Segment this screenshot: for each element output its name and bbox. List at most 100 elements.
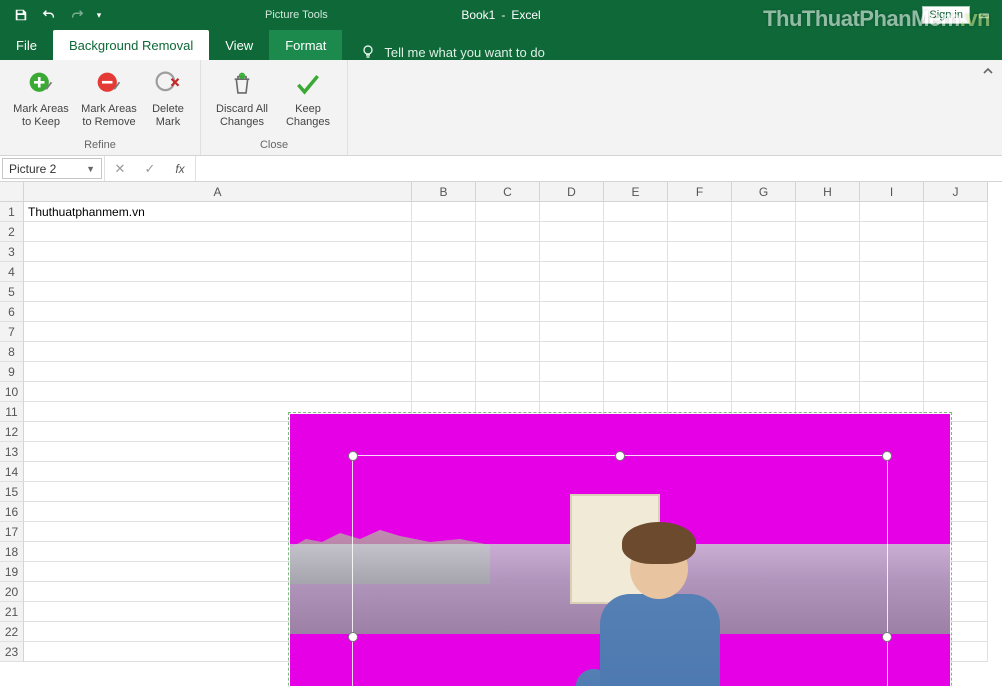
resize-handle-w[interactable] xyxy=(348,632,358,642)
cell[interactable] xyxy=(476,262,540,282)
row-header[interactable]: 11 xyxy=(0,402,24,422)
tell-me-search[interactable]: Tell me what you want to do xyxy=(342,44,544,60)
name-box[interactable]: Picture 2 ▼ xyxy=(2,158,102,179)
row-header[interactable]: 20 xyxy=(0,582,24,602)
select-all-corner[interactable] xyxy=(0,182,24,202)
cell[interactable] xyxy=(604,382,668,402)
row-header[interactable]: 10 xyxy=(0,382,24,402)
cell[interactable] xyxy=(540,302,604,322)
cell[interactable] xyxy=(476,282,540,302)
row-header[interactable]: 15 xyxy=(0,482,24,502)
row-header[interactable]: 13 xyxy=(0,442,24,462)
row-header[interactable]: 16 xyxy=(0,502,24,522)
cell[interactable] xyxy=(668,362,732,382)
cell[interactable] xyxy=(668,222,732,242)
cell[interactable] xyxy=(24,362,412,382)
resize-handle-e[interactable] xyxy=(882,632,892,642)
cell[interactable] xyxy=(860,202,924,222)
column-header[interactable]: G xyxy=(732,182,796,202)
cell[interactable] xyxy=(24,322,412,342)
cell[interactable] xyxy=(668,242,732,262)
column-header[interactable]: D xyxy=(540,182,604,202)
column-header[interactable]: B xyxy=(412,182,476,202)
cell[interactable] xyxy=(796,342,860,362)
cell[interactable] xyxy=(604,262,668,282)
cell[interactable] xyxy=(24,382,412,402)
cell[interactable] xyxy=(796,382,860,402)
cell[interactable] xyxy=(796,222,860,242)
cell[interactable] xyxy=(540,242,604,262)
cell[interactable] xyxy=(924,322,988,342)
enter-formula-button[interactable]: ✓ xyxy=(135,161,165,177)
cell[interactable] xyxy=(796,242,860,262)
cell[interactable] xyxy=(924,222,988,242)
cell[interactable] xyxy=(412,282,476,302)
cell[interactable] xyxy=(924,242,988,262)
resize-handle-ne[interactable] xyxy=(882,451,892,461)
cell[interactable] xyxy=(860,302,924,322)
cell[interactable] xyxy=(796,202,860,222)
cell[interactable] xyxy=(796,362,860,382)
cell[interactable] xyxy=(668,262,732,282)
cell[interactable] xyxy=(476,322,540,342)
row-header[interactable]: 21 xyxy=(0,602,24,622)
cell[interactable] xyxy=(540,282,604,302)
formula-bar[interactable] xyxy=(195,156,1002,181)
column-header[interactable]: I xyxy=(860,182,924,202)
cell[interactable] xyxy=(604,282,668,302)
cell[interactable] xyxy=(668,202,732,222)
sign-in-button[interactable]: Sign in xyxy=(922,6,970,24)
cell[interactable] xyxy=(412,322,476,342)
cell[interactable] xyxy=(24,282,412,302)
cell[interactable] xyxy=(540,222,604,242)
cell[interactable] xyxy=(668,342,732,362)
cell[interactable] xyxy=(476,382,540,402)
row-header[interactable]: 8 xyxy=(0,342,24,362)
column-header[interactable]: J xyxy=(924,182,988,202)
cell[interactable] xyxy=(540,202,604,222)
save-button[interactable] xyxy=(8,2,34,28)
column-header[interactable]: E xyxy=(604,182,668,202)
row-header[interactable]: 14 xyxy=(0,462,24,482)
ribbon-display-options-icon[interactable]: ▭ xyxy=(976,8,992,22)
cell[interactable] xyxy=(732,262,796,282)
tab-file[interactable]: File xyxy=(0,30,53,60)
cell[interactable] xyxy=(860,342,924,362)
cell[interactable] xyxy=(924,342,988,362)
keep-changes-button[interactable]: Keep Changes xyxy=(277,64,339,136)
cell[interactable] xyxy=(796,282,860,302)
cell[interactable] xyxy=(412,242,476,262)
cell[interactable] xyxy=(24,262,412,282)
row-header[interactable]: 19 xyxy=(0,562,24,582)
tab-background-removal[interactable]: Background Removal xyxy=(53,30,209,60)
row-header[interactable]: 3 xyxy=(0,242,24,262)
worksheet-grid[interactable]: ABCDEFGHIJ 12345678910111213141516171819… xyxy=(0,182,1002,686)
collapse-ribbon-button[interactable] xyxy=(982,60,1002,155)
cell[interactable] xyxy=(604,302,668,322)
row-header[interactable]: 22 xyxy=(0,622,24,642)
row-header[interactable]: 23 xyxy=(0,642,24,662)
cell[interactable] xyxy=(604,362,668,382)
cell[interactable]: Thuthuatphanmem.vn xyxy=(24,202,412,222)
row-header[interactable]: 6 xyxy=(0,302,24,322)
cell[interactable] xyxy=(412,302,476,322)
column-header[interactable]: A xyxy=(24,182,412,202)
resize-handle-nw[interactable] xyxy=(348,451,358,461)
cell[interactable] xyxy=(604,322,668,342)
cell[interactable] xyxy=(796,302,860,322)
cell[interactable] xyxy=(412,202,476,222)
cell[interactable] xyxy=(24,302,412,322)
row-header[interactable]: 1 xyxy=(0,202,24,222)
row-header[interactable]: 17 xyxy=(0,522,24,542)
cell[interactable] xyxy=(24,342,412,362)
picture-object[interactable] xyxy=(290,414,950,686)
cell[interactable] xyxy=(860,222,924,242)
delete-mark-button[interactable]: Delete Mark xyxy=(144,64,192,136)
cell[interactable] xyxy=(668,382,732,402)
cell[interactable] xyxy=(924,302,988,322)
cell[interactable] xyxy=(924,282,988,302)
cell[interactable] xyxy=(732,362,796,382)
cell[interactable] xyxy=(476,242,540,262)
cell[interactable] xyxy=(860,282,924,302)
cell[interactable] xyxy=(924,362,988,382)
